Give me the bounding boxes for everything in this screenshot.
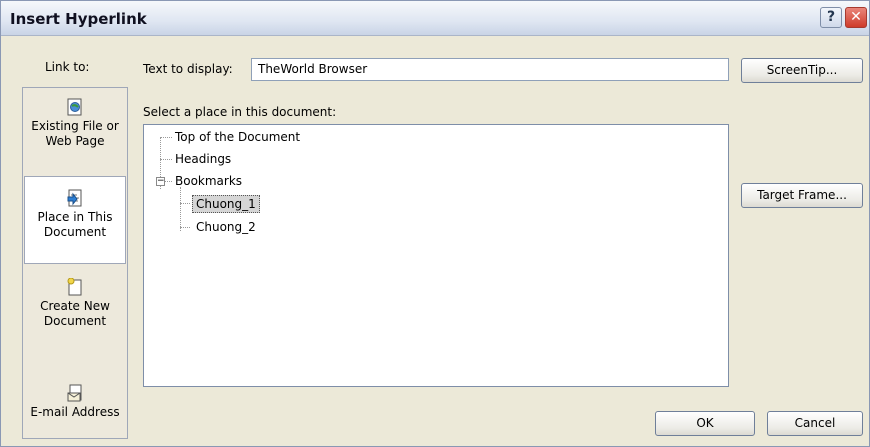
tree-line bbox=[180, 203, 190, 204]
target-frame-button[interactable]: Target Frame... bbox=[741, 183, 863, 208]
link-to-place-in-document[interactable]: Place in This Document bbox=[24, 176, 126, 264]
select-place-label: Select a place in this document: bbox=[143, 105, 337, 119]
link-to-create-new-label-1: Create New bbox=[40, 299, 110, 313]
tree-item-bookmarks[interactable]: Bookmarks bbox=[175, 173, 242, 189]
link-to-email-label: E-mail Address bbox=[30, 405, 120, 419]
link-to-sidebar: Existing File or Web Page Place in This … bbox=[22, 87, 128, 439]
tree-line bbox=[180, 227, 190, 228]
link-to-existing-file[interactable]: Existing File or Web Page bbox=[23, 98, 127, 149]
web-file-icon bbox=[67, 98, 83, 116]
collapse-icon[interactable]: − bbox=[156, 177, 165, 186]
new-document-icon bbox=[67, 277, 83, 296]
link-to-place-label-1: Place in This bbox=[37, 210, 113, 224]
document-place-icon bbox=[67, 189, 83, 207]
document-places-tree[interactable]: Top of the Document Headings − Bookmarks… bbox=[143, 124, 729, 387]
text-to-display-input[interactable]: TheWorld Browser bbox=[251, 58, 729, 81]
screentip-button[interactable]: ScreenTip... bbox=[741, 58, 863, 83]
link-to-label: Link to: bbox=[45, 60, 90, 74]
close-button[interactable]: ✕ bbox=[845, 7, 867, 28]
link-to-existing-file-label-2: Web Page bbox=[45, 134, 105, 148]
text-to-display-label: Text to display: bbox=[143, 62, 233, 76]
dialog-title: Insert Hyperlink bbox=[10, 10, 147, 28]
tree-line bbox=[180, 187, 181, 231]
tree-item-bookmark[interactable]: Chuong_2 bbox=[196, 219, 256, 235]
help-button[interactable]: ? bbox=[820, 7, 842, 28]
ok-button[interactable]: OK bbox=[655, 411, 755, 436]
link-to-create-new-document[interactable]: Create New Document bbox=[23, 277, 127, 329]
link-to-email-address[interactable]: E-mail Address bbox=[23, 384, 127, 420]
email-icon bbox=[67, 384, 83, 402]
insert-hyperlink-dialog: Insert Hyperlink ? ✕ Link to: Existing F… bbox=[0, 0, 870, 447]
link-to-place-label-2: Document bbox=[43, 225, 107, 239]
tree-item-bookmark[interactable]: Chuong_1 bbox=[192, 195, 260, 213]
tree-line bbox=[160, 159, 172, 160]
tree-line bbox=[165, 181, 172, 182]
link-to-existing-file-label-1: Existing File or bbox=[31, 119, 119, 133]
tree-item-top-of-document[interactable]: Top of the Document bbox=[175, 129, 300, 145]
link-to-create-new-label-2: Document bbox=[43, 314, 107, 328]
cancel-button[interactable]: Cancel bbox=[767, 411, 863, 436]
title-bar: Insert Hyperlink ? ✕ bbox=[1, 1, 869, 36]
tree-line bbox=[160, 137, 172, 138]
tree-item-headings[interactable]: Headings bbox=[175, 151, 231, 167]
